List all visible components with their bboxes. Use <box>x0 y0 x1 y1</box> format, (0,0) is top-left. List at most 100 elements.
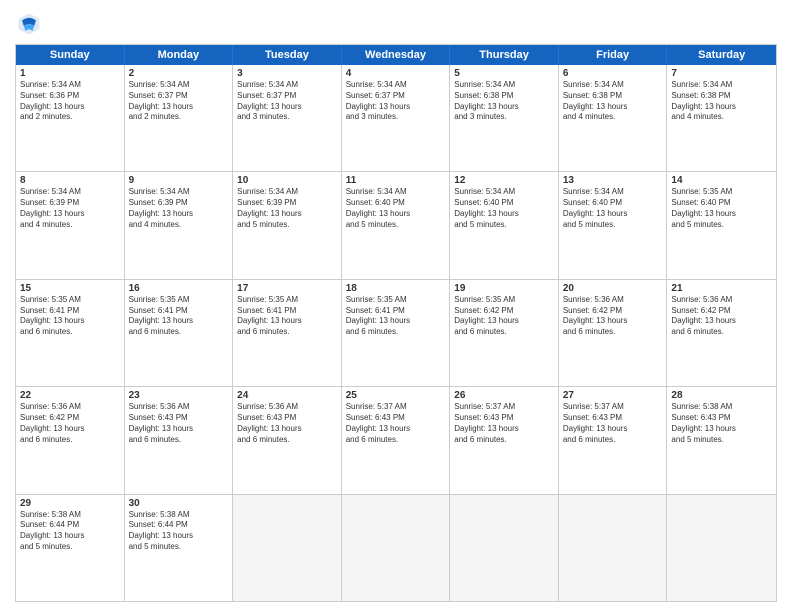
day-number: 22 <box>20 390 120 401</box>
cell-data: Sunrise: 5:36 AMSunset: 6:42 PMDaylight:… <box>563 295 663 338</box>
day-number: 16 <box>129 283 229 294</box>
calendar-cell-22: 22Sunrise: 5:36 AMSunset: 6:42 PMDayligh… <box>16 387 125 493</box>
calendar-cell-1: 1Sunrise: 5:34 AMSunset: 6:36 PMDaylight… <box>16 65 125 171</box>
cell-data: Sunrise: 5:34 AMSunset: 6:39 PMDaylight:… <box>237 187 337 230</box>
calendar-cell-21: 21Sunrise: 5:36 AMSunset: 6:42 PMDayligh… <box>667 280 776 386</box>
day-number: 10 <box>237 175 337 186</box>
day-number: 27 <box>563 390 663 401</box>
day-number: 20 <box>563 283 663 294</box>
calendar-cell-empty-6 <box>667 495 776 601</box>
calendar-cell-16: 16Sunrise: 5:35 AMSunset: 6:41 PMDayligh… <box>125 280 234 386</box>
day-number: 6 <box>563 68 663 79</box>
cell-data: Sunrise: 5:34 AMSunset: 6:40 PMDaylight:… <box>346 187 446 230</box>
calendar-header-saturday: Saturday <box>667 45 776 65</box>
day-number: 19 <box>454 283 554 294</box>
cell-data: Sunrise: 5:34 AMSunset: 6:37 PMDaylight:… <box>237 80 337 123</box>
calendar-header-monday: Monday <box>125 45 234 65</box>
day-number: 9 <box>129 175 229 186</box>
calendar-cell-6: 6Sunrise: 5:34 AMSunset: 6:38 PMDaylight… <box>559 65 668 171</box>
cell-data: Sunrise: 5:35 AMSunset: 6:41 PMDaylight:… <box>346 295 446 338</box>
page: SundayMondayTuesdayWednesdayThursdayFrid… <box>0 0 792 612</box>
day-number: 26 <box>454 390 554 401</box>
cell-data: Sunrise: 5:35 AMSunset: 6:41 PMDaylight:… <box>129 295 229 338</box>
calendar-cell-8: 8Sunrise: 5:34 AMSunset: 6:39 PMDaylight… <box>16 172 125 278</box>
calendar-cell-2: 2Sunrise: 5:34 AMSunset: 6:37 PMDaylight… <box>125 65 234 171</box>
day-number: 21 <box>671 283 772 294</box>
calendar-cell-30: 30Sunrise: 5:38 AMSunset: 6:44 PMDayligh… <box>125 495 234 601</box>
cell-data: Sunrise: 5:34 AMSunset: 6:36 PMDaylight:… <box>20 80 120 123</box>
day-number: 23 <box>129 390 229 401</box>
calendar-cell-4: 4Sunrise: 5:34 AMSunset: 6:37 PMDaylight… <box>342 65 451 171</box>
cell-data: Sunrise: 5:38 AMSunset: 6:44 PMDaylight:… <box>20 510 120 553</box>
calendar-cell-20: 20Sunrise: 5:36 AMSunset: 6:42 PMDayligh… <box>559 280 668 386</box>
calendar-row-2: 15Sunrise: 5:35 AMSunset: 6:41 PMDayligh… <box>16 280 776 387</box>
cell-data: Sunrise: 5:34 AMSunset: 6:38 PMDaylight:… <box>671 80 772 123</box>
cell-data: Sunrise: 5:38 AMSunset: 6:43 PMDaylight:… <box>671 402 772 445</box>
day-number: 12 <box>454 175 554 186</box>
calendar-cell-15: 15Sunrise: 5:35 AMSunset: 6:41 PMDayligh… <box>16 280 125 386</box>
day-number: 13 <box>563 175 663 186</box>
day-number: 18 <box>346 283 446 294</box>
calendar-row-3: 22Sunrise: 5:36 AMSunset: 6:42 PMDayligh… <box>16 387 776 494</box>
calendar-cell-27: 27Sunrise: 5:37 AMSunset: 6:43 PMDayligh… <box>559 387 668 493</box>
cell-data: Sunrise: 5:34 AMSunset: 6:40 PMDaylight:… <box>563 187 663 230</box>
calendar-cell-25: 25Sunrise: 5:37 AMSunset: 6:43 PMDayligh… <box>342 387 451 493</box>
day-number: 5 <box>454 68 554 79</box>
logo <box>15 10 47 38</box>
day-number: 17 <box>237 283 337 294</box>
cell-data: Sunrise: 5:37 AMSunset: 6:43 PMDaylight:… <box>454 402 554 445</box>
cell-data: Sunrise: 5:34 AMSunset: 6:40 PMDaylight:… <box>454 187 554 230</box>
calendar: SundayMondayTuesdayWednesdayThursdayFrid… <box>15 44 777 602</box>
calendar-row-1: 8Sunrise: 5:34 AMSunset: 6:39 PMDaylight… <box>16 172 776 279</box>
cell-data: Sunrise: 5:35 AMSunset: 6:42 PMDaylight:… <box>454 295 554 338</box>
day-number: 1 <box>20 68 120 79</box>
day-number: 8 <box>20 175 120 186</box>
cell-data: Sunrise: 5:35 AMSunset: 6:41 PMDaylight:… <box>20 295 120 338</box>
cell-data: Sunrise: 5:35 AMSunset: 6:40 PMDaylight:… <box>671 187 772 230</box>
calendar-row-0: 1Sunrise: 5:34 AMSunset: 6:36 PMDaylight… <box>16 65 776 172</box>
day-number: 28 <box>671 390 772 401</box>
cell-data: Sunrise: 5:36 AMSunset: 6:43 PMDaylight:… <box>129 402 229 445</box>
cell-data: Sunrise: 5:34 AMSunset: 6:38 PMDaylight:… <box>563 80 663 123</box>
calendar-cell-empty-2 <box>233 495 342 601</box>
day-number: 15 <box>20 283 120 294</box>
cell-data: Sunrise: 5:36 AMSunset: 6:43 PMDaylight:… <box>237 402 337 445</box>
calendar-cell-5: 5Sunrise: 5:34 AMSunset: 6:38 PMDaylight… <box>450 65 559 171</box>
calendar-cell-empty-5 <box>559 495 668 601</box>
logo-icon <box>15 10 43 38</box>
calendar-row-4: 29Sunrise: 5:38 AMSunset: 6:44 PMDayligh… <box>16 495 776 601</box>
calendar-cell-9: 9Sunrise: 5:34 AMSunset: 6:39 PMDaylight… <box>125 172 234 278</box>
calendar-cell-3: 3Sunrise: 5:34 AMSunset: 6:37 PMDaylight… <box>233 65 342 171</box>
cell-data: Sunrise: 5:38 AMSunset: 6:44 PMDaylight:… <box>129 510 229 553</box>
cell-data: Sunrise: 5:34 AMSunset: 6:39 PMDaylight:… <box>20 187 120 230</box>
calendar-cell-29: 29Sunrise: 5:38 AMSunset: 6:44 PMDayligh… <box>16 495 125 601</box>
cell-data: Sunrise: 5:34 AMSunset: 6:38 PMDaylight:… <box>454 80 554 123</box>
calendar-cell-10: 10Sunrise: 5:34 AMSunset: 6:39 PMDayligh… <box>233 172 342 278</box>
cell-data: Sunrise: 5:37 AMSunset: 6:43 PMDaylight:… <box>346 402 446 445</box>
cell-data: Sunrise: 5:36 AMSunset: 6:42 PMDaylight:… <box>20 402 120 445</box>
header <box>15 10 777 38</box>
cell-data: Sunrise: 5:37 AMSunset: 6:43 PMDaylight:… <box>563 402 663 445</box>
calendar-cell-18: 18Sunrise: 5:35 AMSunset: 6:41 PMDayligh… <box>342 280 451 386</box>
day-number: 3 <box>237 68 337 79</box>
cell-data: Sunrise: 5:34 AMSunset: 6:37 PMDaylight:… <box>346 80 446 123</box>
cell-data: Sunrise: 5:35 AMSunset: 6:41 PMDaylight:… <box>237 295 337 338</box>
cell-data: Sunrise: 5:34 AMSunset: 6:37 PMDaylight:… <box>129 80 229 123</box>
day-number: 14 <box>671 175 772 186</box>
calendar-header-thursday: Thursday <box>450 45 559 65</box>
calendar-cell-19: 19Sunrise: 5:35 AMSunset: 6:42 PMDayligh… <box>450 280 559 386</box>
calendar-cell-26: 26Sunrise: 5:37 AMSunset: 6:43 PMDayligh… <box>450 387 559 493</box>
day-number: 29 <box>20 498 120 509</box>
day-number: 2 <box>129 68 229 79</box>
calendar-cell-11: 11Sunrise: 5:34 AMSunset: 6:40 PMDayligh… <box>342 172 451 278</box>
day-number: 11 <box>346 175 446 186</box>
calendar-header-friday: Friday <box>559 45 668 65</box>
calendar-cell-23: 23Sunrise: 5:36 AMSunset: 6:43 PMDayligh… <box>125 387 234 493</box>
calendar-header-tuesday: Tuesday <box>233 45 342 65</box>
day-number: 30 <box>129 498 229 509</box>
calendar-cell-17: 17Sunrise: 5:35 AMSunset: 6:41 PMDayligh… <box>233 280 342 386</box>
calendar-header: SundayMondayTuesdayWednesdayThursdayFrid… <box>16 45 776 65</box>
calendar-header-wednesday: Wednesday <box>342 45 451 65</box>
calendar-cell-12: 12Sunrise: 5:34 AMSunset: 6:40 PMDayligh… <box>450 172 559 278</box>
cell-data: Sunrise: 5:36 AMSunset: 6:42 PMDaylight:… <box>671 295 772 338</box>
